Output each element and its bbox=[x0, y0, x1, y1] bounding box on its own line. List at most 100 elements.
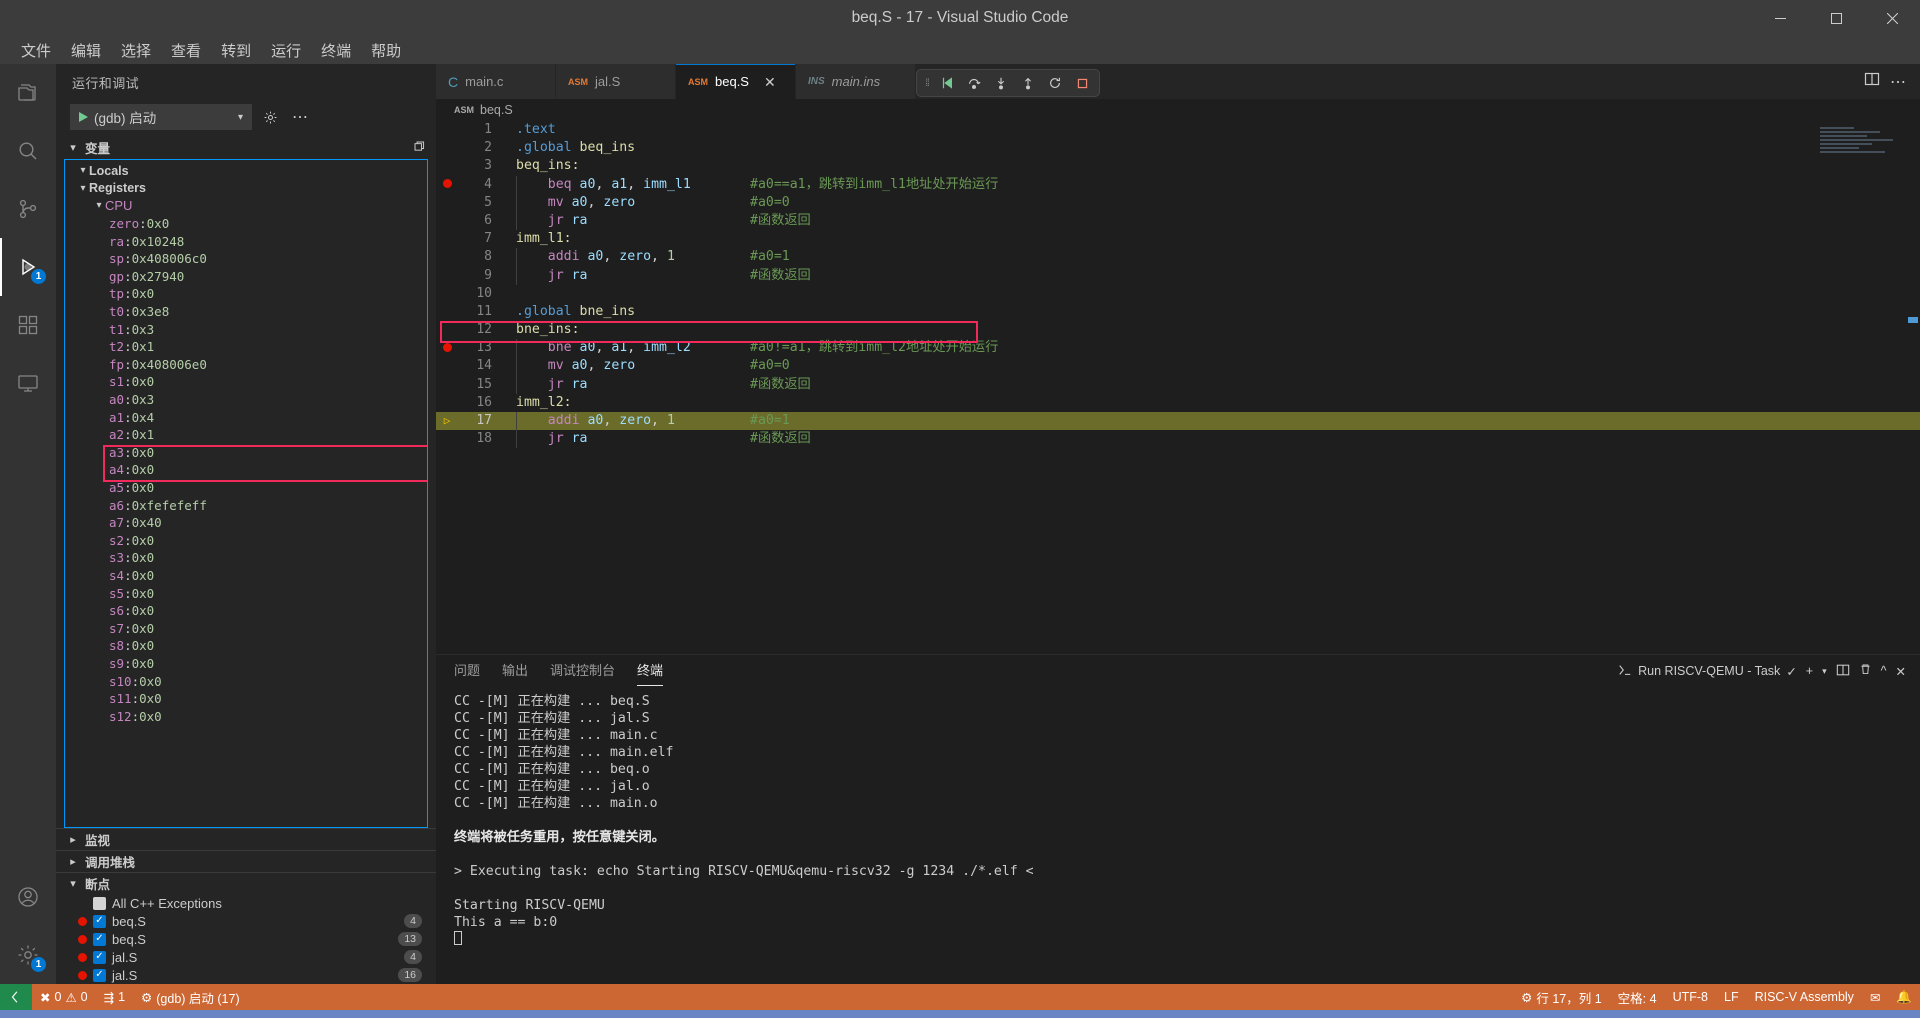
breakpoint-checkbox[interactable]: ✓ bbox=[93, 915, 106, 928]
tree-item-registers[interactable]: ▾ Registers bbox=[65, 180, 427, 198]
menu-edit[interactable]: 编辑 bbox=[62, 37, 110, 64]
extensions-icon[interactable] bbox=[0, 296, 56, 354]
register-row[interactable]: s8: 0x0 bbox=[65, 637, 427, 655]
language-mode-indicator[interactable]: RISC-V Assembly bbox=[1747, 984, 1862, 1010]
search-icon[interactable] bbox=[0, 122, 56, 180]
breakpoint-checkbox[interactable] bbox=[93, 897, 106, 910]
code-line[interactable]: 8 addi a0, zero, 1#a0=1 bbox=[436, 248, 1920, 266]
code-editor[interactable]: 1.text2.global beq_ins3beq_ins:4 beq a0,… bbox=[436, 121, 1920, 654]
restart-button[interactable] bbox=[1042, 71, 1068, 95]
sidebar-more-actions-icon[interactable]: ⋯ bbox=[288, 105, 312, 129]
register-row[interactable]: a7: 0x40 bbox=[65, 514, 427, 532]
minimap[interactable] bbox=[1820, 127, 1906, 167]
register-row[interactable]: t0: 0x3e8 bbox=[65, 303, 427, 321]
stop-button[interactable] bbox=[1069, 71, 1095, 95]
code-line[interactable]: 16imm_l2: bbox=[436, 394, 1920, 412]
register-row[interactable]: a2: 0x1 bbox=[65, 426, 427, 444]
panel-tab-debug-console[interactable]: 调试控制台 bbox=[550, 660, 615, 683]
menu-help[interactable]: 帮助 bbox=[362, 37, 410, 64]
terminal-output[interactable]: CC -[M] 正在构建 ... beq.SCC -[M] 正在构建 ... j… bbox=[436, 687, 1920, 984]
debug-session-indicator[interactable]: ⚙ (gdb) 启动 (17) bbox=[133, 984, 248, 1010]
panel-tab-terminal[interactable]: 终端 bbox=[637, 660, 663, 683]
breadcrumb[interactable]: ASM beq.S bbox=[436, 99, 1920, 121]
register-row[interactable]: t2: 0x1 bbox=[65, 338, 427, 356]
feedback-icon[interactable]: ✉ bbox=[1862, 984, 1888, 1010]
tab-main-c[interactable]: C main.c bbox=[436, 64, 556, 99]
register-row[interactable]: s7: 0x0 bbox=[65, 619, 427, 637]
menu-file[interactable]: 文件 bbox=[12, 37, 60, 64]
register-row[interactable]: zero: 0x0 bbox=[65, 215, 427, 233]
register-row[interactable]: s4: 0x0 bbox=[65, 567, 427, 585]
editor-more-actions-icon[interactable]: ⋯ bbox=[1890, 72, 1906, 92]
encoding-indicator[interactable]: UTF-8 bbox=[1665, 984, 1716, 1010]
register-row[interactable]: a4: 0x0 bbox=[65, 461, 427, 479]
step-over-button[interactable] bbox=[961, 71, 987, 95]
close-panel-icon[interactable]: ✕ bbox=[1896, 664, 1906, 679]
accounts-icon[interactable] bbox=[0, 868, 56, 926]
code-line[interactable]: 15 jr ra#函数返回 bbox=[436, 376, 1920, 394]
kill-terminal-icon[interactable] bbox=[1859, 663, 1872, 679]
code-line[interactable]: 13 bne a0, a1, imm_l2#a0!=a1，跳转到imm_l2地址… bbox=[436, 339, 1920, 357]
menu-go[interactable]: 转到 bbox=[212, 37, 260, 64]
breakpoint-glyph-icon[interactable] bbox=[436, 176, 458, 194]
register-row[interactable]: s1: 0x0 bbox=[65, 373, 427, 391]
minimize-button[interactable] bbox=[1752, 0, 1808, 36]
menu-run[interactable]: 运行 bbox=[262, 37, 310, 64]
register-row[interactable]: s5: 0x0 bbox=[65, 584, 427, 602]
register-row[interactable]: a3: 0x0 bbox=[65, 444, 427, 462]
code-line[interactable]: 14 mv a0, zero#a0=0 bbox=[436, 357, 1920, 375]
run-and-debug-icon[interactable]: 1 bbox=[0, 238, 56, 296]
variables-tree-panel[interactable]: ▾ Locals ▾ Registers ▾ CPU zero: 0x0ra: … bbox=[64, 159, 428, 828]
panel-tab-problems[interactable]: 问题 bbox=[454, 660, 480, 683]
step-into-button[interactable] bbox=[988, 71, 1014, 95]
scrollbar-marker[interactable] bbox=[1908, 317, 1918, 323]
callstack-section-header[interactable]: ▸ 调用堆栈 bbox=[56, 850, 436, 872]
terminal-task-entry[interactable]: Run RISCV-QEMU - Task ✓ bbox=[1618, 663, 1797, 680]
remote-explorer-icon[interactable] bbox=[0, 354, 56, 412]
code-line[interactable]: 11.global bne_ins bbox=[436, 303, 1920, 321]
step-out-button[interactable] bbox=[1015, 71, 1041, 95]
breakpoint-glyph-icon[interactable] bbox=[436, 339, 458, 357]
code-line[interactable]: 1.text bbox=[436, 121, 1920, 139]
register-row[interactable]: gp: 0x27940 bbox=[65, 268, 427, 286]
open-launch-json-gear-icon[interactable] bbox=[258, 105, 282, 129]
breakpoint-checkbox[interactable]: ✓ bbox=[93, 969, 106, 982]
problems-indicator[interactable]: ✖ 0 ⚠ 0 bbox=[32, 984, 96, 1010]
breakpoint-row[interactable]: ✓beq.S4 bbox=[56, 912, 436, 930]
tree-item-locals[interactable]: ▾ Locals bbox=[65, 162, 427, 180]
chevron-down-icon[interactable]: ▾ bbox=[1822, 666, 1827, 677]
breakpoint-row[interactable]: ✓beq.S13 bbox=[56, 930, 436, 948]
register-row[interactable]: s6: 0x0 bbox=[65, 602, 427, 620]
drag-handle-icon[interactable]: ⁞⁞ bbox=[921, 71, 933, 95]
register-row[interactable]: tp: 0x0 bbox=[65, 285, 427, 303]
ports-indicator[interactable]: ⇶ 1 bbox=[96, 984, 133, 1010]
maximize-panel-icon[interactable]: ^ bbox=[1881, 664, 1887, 678]
source-control-icon[interactable] bbox=[0, 180, 56, 238]
breakpoint-row[interactable]: All C++ Exceptions bbox=[56, 894, 436, 912]
start-debug-play-icon[interactable] bbox=[79, 112, 88, 122]
tab-beq-s[interactable]: ASM beq.S ✕ bbox=[676, 64, 796, 99]
register-row[interactable]: ra: 0x10248 bbox=[65, 232, 427, 250]
code-line[interactable]: 7imm_l1: bbox=[436, 230, 1920, 248]
register-row[interactable]: fp: 0x408006e0 bbox=[65, 356, 427, 374]
indentation-indicator[interactable]: 空格: 4 bbox=[1610, 984, 1665, 1010]
debug-toolbar[interactable]: ⁞⁞ bbox=[916, 69, 1100, 97]
register-row[interactable]: s2: 0x0 bbox=[65, 531, 427, 549]
register-row[interactable]: a0: 0x3 bbox=[65, 391, 427, 409]
variables-section-header[interactable]: ▾ 变量 bbox=[56, 136, 436, 159]
code-line[interactable]: 10 bbox=[436, 285, 1920, 303]
eol-indicator[interactable]: LF bbox=[1716, 984, 1747, 1010]
breakpoint-checkbox[interactable]: ✓ bbox=[93, 933, 106, 946]
breakpoint-row[interactable]: ✓jal.S4 bbox=[56, 948, 436, 966]
launch-config-dropdown[interactable]: (gdb) 启动 ▾ bbox=[70, 104, 252, 130]
tab-main-ins[interactable]: INS main.ins bbox=[796, 64, 916, 99]
menu-terminal[interactable]: 终端 bbox=[312, 37, 360, 64]
code-line[interactable]: 2.global beq_ins bbox=[436, 139, 1920, 157]
remote-window-indicator[interactable] bbox=[0, 984, 32, 1010]
maximize-button[interactable] bbox=[1808, 0, 1864, 36]
code-line[interactable]: 12bne_ins: bbox=[436, 321, 1920, 339]
bell-icon[interactable]: 🔔 bbox=[1888, 984, 1920, 1010]
code-line[interactable]: 18 jr ra#函数返回 bbox=[436, 430, 1920, 448]
continue-button[interactable] bbox=[934, 71, 960, 95]
explorer-icon[interactable] bbox=[0, 64, 56, 122]
